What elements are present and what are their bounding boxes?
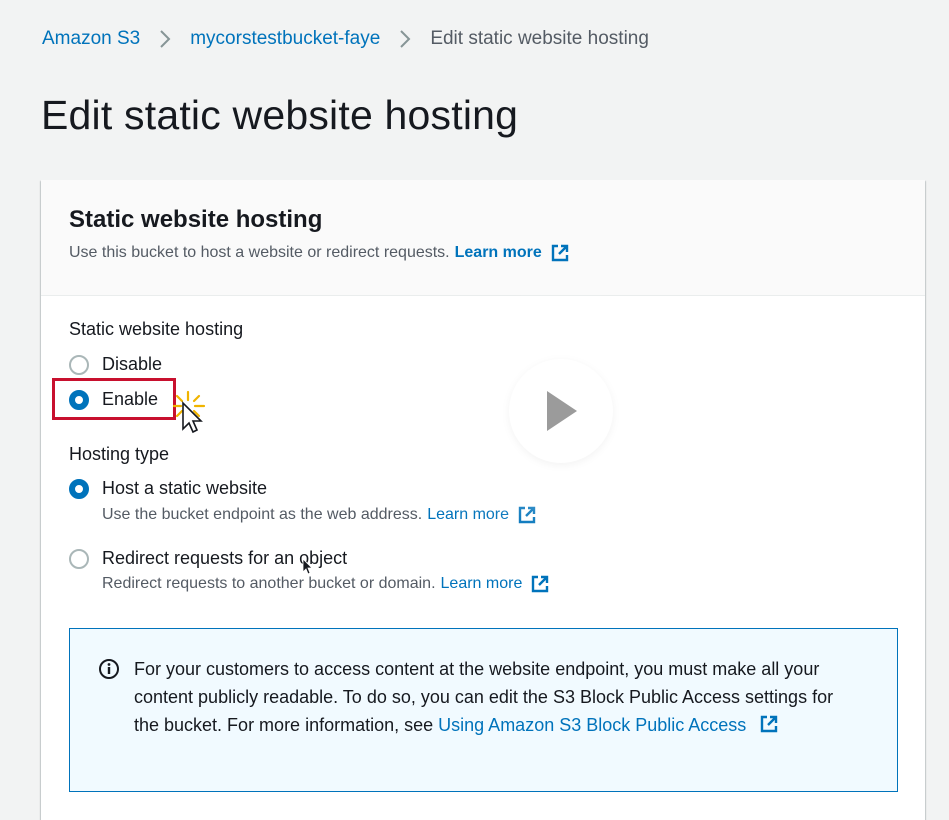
page-title: Edit static website hosting xyxy=(41,92,519,138)
play-button[interactable] xyxy=(509,359,613,463)
info-text: For your customers to access content at … xyxy=(134,655,854,739)
click-burst-icon xyxy=(172,390,206,434)
panel-title: Static website hosting xyxy=(69,206,323,233)
play-icon xyxy=(547,391,577,431)
breadcrumb: Amazon S3 mycorstestbucket-faye Edit sta… xyxy=(42,28,649,50)
host-static-learn-more[interactable]: Learn more xyxy=(427,506,509,524)
panel-description-text: Use this bucket to host a website or red… xyxy=(69,244,450,261)
external-link-icon[interactable] xyxy=(530,574,550,594)
info-icon xyxy=(98,658,120,685)
redirect-description-text: Redirect requests to another bucket or d… xyxy=(102,575,436,592)
panel-header: Static website hosting Use this bucket t… xyxy=(41,180,925,296)
host-static-description-text: Use the bucket endpoint as the web addre… xyxy=(102,506,423,523)
mouse-pointer-icon xyxy=(302,558,313,575)
radio-redirect-circle[interactable] xyxy=(69,548,89,569)
radio-disable-label: Disable xyxy=(102,354,163,374)
highlight-box xyxy=(52,378,176,420)
chevron-right-icon xyxy=(140,29,190,49)
panel-description: Use this bucket to host a website or red… xyxy=(69,243,570,263)
redirect-learn-more[interactable]: Learn more xyxy=(441,575,523,593)
breadcrumb-current: Edit static website hosting xyxy=(430,28,649,49)
breadcrumb-bucket[interactable]: mycorstestbucket-faye xyxy=(190,28,380,50)
chevron-right-icon xyxy=(380,29,430,49)
info-alert: For your customers to access content at … xyxy=(69,628,898,792)
mouse-pointer-icon xyxy=(182,401,203,434)
host-static-description: Use the bucket endpoint as the web addre… xyxy=(102,505,537,525)
redirect-description: Redirect requests to another bucket or d… xyxy=(102,574,550,594)
breadcrumb-amazon-s3[interactable]: Amazon S3 xyxy=(42,28,140,50)
external-link-icon[interactable] xyxy=(517,505,537,525)
radio-disable[interactable]: Disable xyxy=(69,354,162,375)
external-link-icon[interactable] xyxy=(550,243,570,263)
radio-host-static-label: Host a static website xyxy=(102,478,268,498)
learn-more-link[interactable]: Learn more xyxy=(455,244,542,262)
radio-disable-circle[interactable] xyxy=(69,354,89,375)
block-public-access-link[interactable]: Using Amazon S3 Block Public Access xyxy=(438,715,746,735)
radio-host-static[interactable]: Host a static website xyxy=(69,478,267,499)
radio-host-static-circle[interactable] xyxy=(69,478,89,499)
hosting-field-label: Static website hosting xyxy=(69,319,244,339)
hosting-type-label: Hosting type xyxy=(69,444,170,464)
external-link-icon[interactable] xyxy=(759,714,779,734)
